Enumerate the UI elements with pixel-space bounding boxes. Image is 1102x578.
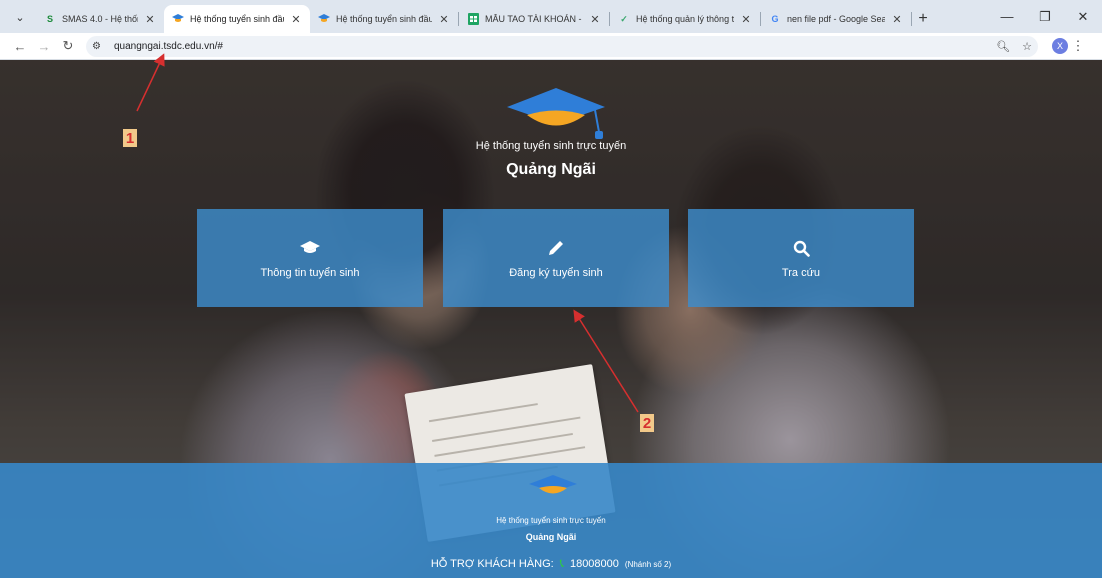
zoom-icon[interactable]: 🔍︎ [996, 40, 1010, 53]
hero-title: Quảng Ngãi [506, 161, 596, 178]
tile-label: Thông tin tuyển sinh [260, 267, 360, 279]
profile-avatar[interactable]: X [1052, 38, 1068, 54]
tile-label: Tra cứu [781, 267, 821, 279]
arrow-right-icon: → [37, 38, 51, 54]
tile-label: Đăng ký tuyển sinh [509, 267, 603, 279]
browser-tab-tuyen-sinh-active[interactable]: Hệ thống tuyển sinh đầu c ✕ [164, 5, 310, 33]
tab-title: SMAS 4.0 - Hệ thống quản [62, 14, 138, 24]
close-icon[interactable]: ✕ [589, 13, 601, 26]
reload-icon: ↻ [62, 38, 74, 53]
browser-tab-smas[interactable]: S SMAS 4.0 - Hệ thống quản ✕ [36, 5, 164, 33]
close-icon[interactable]: ✕ [891, 13, 903, 26]
graduation-cap-logo [507, 88, 605, 139]
new-tab-button[interactable]: + [912, 5, 934, 33]
customer-support: HỖ TRỢ KHÁCH HÀNG: 📞︎ 18008000 (Nhánh số… [0, 556, 1102, 571]
graduation-cap-icon [318, 13, 330, 25]
google-icon: G [771, 14, 779, 24]
page-footer: Hệ thống tuyển sinh trực tuyến Quảng Ngã… [0, 463, 1102, 578]
annotation-number-2: 2 [640, 414, 654, 432]
support-phone[interactable]: 18008000 [570, 558, 619, 570]
browser-tab-tuyen-sinh[interactable]: Hệ thống tuyển sinh đầu c ✕ [310, 5, 458, 33]
support-branch: (Nhánh số 2) [624, 560, 672, 569]
browser-tab-mau-tao-tai-khoan[interactable]: MẪU TAO TÀI KHOẢN - M ✕ [459, 5, 609, 33]
footer-subtitle: Hệ thống tuyển sinh trực tuyến [496, 516, 606, 525]
browser-tab-google-search[interactable]: G nen file pdf - Google Sear ✕ [761, 5, 911, 33]
graduation-cap-logo [529, 475, 577, 494]
site-info-icon[interactable]: ⚙ [92, 41, 110, 52]
graduation-cap-icon [172, 13, 184, 25]
smas-icon: S [46, 14, 53, 24]
app-icon: ✓ [620, 13, 628, 24]
browser-tab-quan-ly-thong-tin[interactable]: ✓ Hệ thống quản lý thông tin ✕ [610, 5, 760, 33]
close-icon[interactable]: ✕ [144, 13, 156, 26]
more-vert-icon: ⋮ [1071, 38, 1085, 53]
footer-title: Quảng Ngãi [525, 532, 577, 542]
hero-subtitle: Hệ thống tuyển sinh trực tuyến [475, 140, 627, 152]
minimize-button[interactable]: — [988, 9, 1026, 24]
close-icon[interactable]: ✕ [740, 13, 752, 26]
close-window-button[interactable]: ✕ [1064, 9, 1102, 25]
address-bar[interactable]: ⚙ quangngai.tsdc.edu.vn/# 🔍︎ ☆ [86, 35, 1038, 57]
plus-icon: + [918, 10, 928, 27]
browser-menu-button[interactable]: ⋮ [1068, 38, 1088, 54]
forward-button[interactable]: → [32, 39, 56, 54]
sheets-icon [467, 13, 479, 25]
browser-toolbar: ← → ↻ ⚙ quangngai.tsdc.edu.vn/# 🔍︎ ☆ X ⋮ [0, 33, 1102, 60]
web-page: Hệ thống tuyển sinh trực tuyến Quảng Ngã… [0, 60, 1102, 578]
tab-title: Hệ thống quản lý thông tin [636, 14, 734, 24]
tab-title: MẪU TAO TÀI KHOẢN - M [485, 14, 583, 24]
reload-button[interactable]: ↻ [56, 38, 80, 54]
bookmark-star-icon[interactable]: ☆ [1022, 40, 1032, 53]
admission-info-tile[interactable]: Thông tin tuyển sinh [197, 209, 423, 307]
graduation-cap-icon [300, 237, 320, 259]
window-controls: — ❐ ✕ [988, 0, 1102, 33]
admission-register-tile[interactable]: Đăng ký tuyển sinh [443, 209, 669, 307]
lookup-tile[interactable]: Tra cứu [688, 209, 914, 307]
support-label: HỖ TRỢ KHÁCH HÀNG: [430, 558, 554, 570]
close-icon[interactable]: ✕ [290, 13, 302, 26]
chevron-down-icon: ⌄ [15, 11, 25, 24]
url-text[interactable]: quangngai.tsdc.edu.vn/# [114, 41, 223, 52]
arrow-left-icon: ← [13, 38, 27, 54]
omnibox-actions: 🔍︎ ☆ [996, 40, 1032, 53]
tab-search-button[interactable]: ⌄ [8, 5, 32, 29]
tab-strip: ⌄ S SMAS 4.0 - Hệ thống quản ✕ Hệ thống … [0, 0, 1102, 33]
search-icon [793, 237, 810, 259]
restore-button[interactable]: ❐ [1026, 9, 1064, 25]
phone-icon: 📞︎ [559, 556, 564, 570]
tab-title: nen file pdf - Google Sear [787, 14, 885, 24]
pencil-icon [548, 237, 564, 259]
tab-title: Hệ thống tuyển sinh đầu c [336, 14, 432, 24]
tab-title: Hệ thống tuyển sinh đầu c [190, 14, 284, 24]
annotation-number-1: 1 [123, 129, 137, 147]
back-button[interactable]: ← [8, 39, 32, 54]
close-icon[interactable]: ✕ [438, 13, 450, 26]
